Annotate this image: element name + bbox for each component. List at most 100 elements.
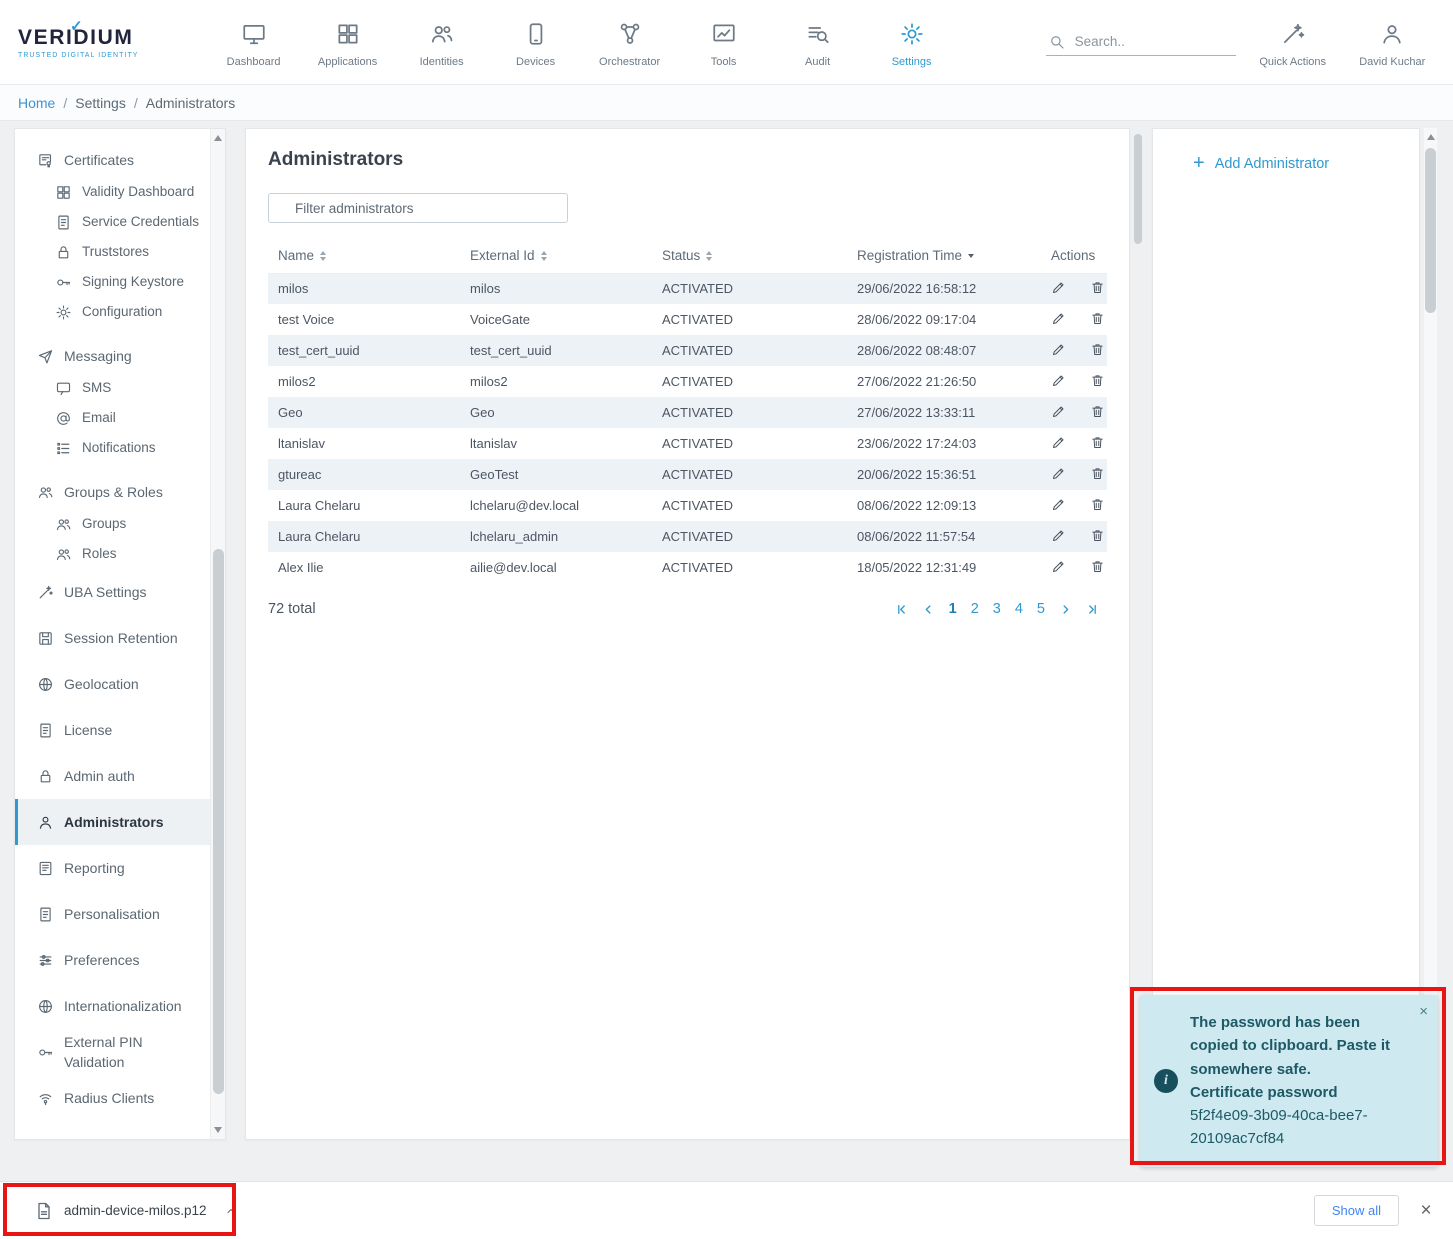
sidebar-item-signing-keystore[interactable]: Signing Keystore [15, 267, 212, 297]
page-2-button[interactable]: 2 [971, 601, 979, 617]
delete-button[interactable] [1090, 280, 1105, 295]
nav-item-identities[interactable]: Identities [398, 17, 486, 68]
nav-item-applications[interactable]: Applications [304, 17, 392, 68]
pencil-icon [1051, 404, 1066, 419]
cell-name: gtureac [268, 459, 460, 490]
admins-table-body: milos milos ACTIVATED 29/06/2022 16:58:1… [268, 273, 1107, 583]
search-input[interactable] [1075, 34, 1225, 49]
nav-item-orchestrator[interactable]: Orchestrator [586, 17, 674, 68]
edit-button[interactable] [1051, 342, 1066, 357]
signing-keystore-icon [55, 274, 72, 291]
sidebar-item-certificates[interactable]: Certificates [15, 143, 212, 177]
filter-input[interactable] [268, 193, 568, 223]
sidebar-item-service-credentials[interactable]: Service Credentials [15, 207, 212, 237]
sidebar-item-preferences[interactable]: Preferences [15, 937, 212, 983]
delete-button[interactable] [1090, 342, 1105, 357]
download-item[interactable]: admin-device-milos.p12 [22, 1193, 249, 1229]
page-1-button[interactable]: 1 [949, 601, 957, 617]
cell-status: ACTIVATED [652, 521, 847, 552]
column-header-status[interactable]: Status [652, 239, 847, 273]
delete-button[interactable] [1090, 435, 1105, 450]
edit-button[interactable] [1051, 280, 1066, 295]
scrollbar-thumb[interactable] [213, 549, 224, 1094]
column-header-external-id[interactable]: External Id [460, 239, 652, 273]
sidebar-item-notifications[interactable]: Notifications [15, 433, 212, 463]
sidebar-item-radius-clients[interactable]: Radius Clients [15, 1075, 212, 1121]
cell-name: milos2 [268, 366, 460, 397]
sidebar-item-license[interactable]: License [15, 707, 212, 753]
column-header-name[interactable]: Name [268, 239, 460, 273]
page-prev-button[interactable] [922, 603, 935, 616]
sidebar-item-administrators[interactable]: Administrators [15, 799, 212, 845]
edit-button[interactable] [1051, 528, 1066, 543]
sidebar-item-validity-dashboard[interactable]: Validity Dashboard [15, 177, 212, 207]
add-administrator-button[interactable]: + Add Administrator [1193, 155, 1419, 173]
nav-item-devices[interactable]: Devices [492, 17, 580, 68]
cell-name: Laura Chelaru [268, 521, 460, 552]
cell-registration-time: 08/06/2022 11:57:54 [847, 521, 1041, 552]
sidebar-item-email[interactable]: Email [15, 403, 212, 433]
page-last-button[interactable] [1086, 603, 1099, 616]
sidebar-item-uba-settings[interactable]: UBA Settings [15, 569, 212, 615]
groups-roles-icon [37, 484, 54, 501]
delete-button[interactable] [1090, 311, 1105, 326]
edit-button[interactable] [1051, 466, 1066, 481]
sidebar-item-personalisation[interactable]: Personalisation [15, 891, 212, 937]
edit-button[interactable] [1051, 404, 1066, 419]
page-last-icon [1086, 603, 1099, 616]
scrollbar-thumb[interactable] [1425, 148, 1436, 313]
sidebar-item-groups-roles[interactable]: Groups & Roles [15, 475, 212, 509]
page-next-button[interactable] [1059, 603, 1072, 616]
sidebar-item-geolocation[interactable]: Geolocation [15, 661, 212, 707]
page-5-button[interactable]: 5 [1037, 601, 1045, 617]
edit-button[interactable] [1051, 435, 1066, 450]
table-row: milos2 milos2 ACTIVATED 27/06/2022 21:26… [268, 366, 1107, 397]
nav-item-settings[interactable]: Settings [868, 17, 956, 68]
edit-button[interactable] [1051, 373, 1066, 388]
sidebar-item-session-retention[interactable]: Session Retention [15, 615, 212, 661]
logo[interactable]: VERIDIUM ✓ TRUSTED DIGITAL IDENTITY [18, 26, 180, 59]
sidebar-item-truststores[interactable]: Truststores [15, 237, 212, 267]
breadcrumb-home[interactable]: Home [18, 95, 55, 111]
edit-button[interactable] [1051, 559, 1066, 574]
sidebar-item-internationalization[interactable]: Internationalization [15, 983, 212, 1029]
page-first-button[interactable] [895, 603, 908, 616]
page-3-button[interactable]: 3 [993, 601, 1001, 617]
column-header-registration-time[interactable]: Registration Time [847, 239, 1041, 273]
delete-button[interactable] [1090, 466, 1105, 481]
quick-actions-button[interactable]: Quick Actions [1250, 17, 1336, 68]
delete-button[interactable] [1090, 373, 1105, 388]
sidebar-item-sms[interactable]: SMS [15, 373, 212, 403]
show-all-button[interactable]: Show all [1314, 1195, 1399, 1226]
user-menu[interactable]: David Kuchar [1349, 17, 1435, 68]
delete-button[interactable] [1090, 497, 1105, 512]
sidebar-item-reporting[interactable]: Reporting [15, 845, 212, 891]
scroll-down-icon[interactable] [214, 1127, 222, 1133]
scrollbar-thumb[interactable] [1134, 134, 1142, 244]
chevron-up-icon[interactable] [225, 1205, 237, 1217]
sidebar-scrollbar[interactable] [210, 129, 225, 1139]
page-4-button[interactable]: 4 [1015, 601, 1023, 617]
main-scrollbar[interactable] [1134, 128, 1142, 1140]
close-icon[interactable]: × [1419, 1003, 1428, 1020]
close-icon[interactable]: × [1415, 1200, 1437, 1222]
nav-item-dashboard[interactable]: Dashboard [210, 17, 298, 68]
sidebar-item-messaging[interactable]: Messaging [15, 339, 212, 373]
delete-button[interactable] [1090, 528, 1105, 543]
cell-status: ACTIVATED [652, 552, 847, 583]
sidebar-item-admin-auth[interactable]: Admin auth [15, 753, 212, 799]
right-scrollbar[interactable] [1424, 128, 1437, 1140]
sidebar-item-roles[interactable]: Roles [15, 539, 212, 569]
nav-item-tools[interactable]: Tools [680, 17, 768, 68]
sidebar-item-configuration[interactable]: Configuration [15, 297, 212, 327]
table-row: test Voice VoiceGate ACTIVATED 28/06/202… [268, 304, 1107, 335]
scroll-up-icon[interactable] [214, 135, 222, 141]
edit-button[interactable] [1051, 311, 1066, 326]
scroll-up-icon[interactable] [1427, 134, 1435, 140]
delete-button[interactable] [1090, 404, 1105, 419]
edit-button[interactable] [1051, 497, 1066, 512]
delete-button[interactable] [1090, 559, 1105, 574]
sidebar-item-external-pin-validation[interactable]: External PIN Validation [15, 1029, 212, 1075]
nav-item-audit[interactable]: Audit [774, 17, 862, 68]
sidebar-item-groups[interactable]: Groups [15, 509, 212, 539]
